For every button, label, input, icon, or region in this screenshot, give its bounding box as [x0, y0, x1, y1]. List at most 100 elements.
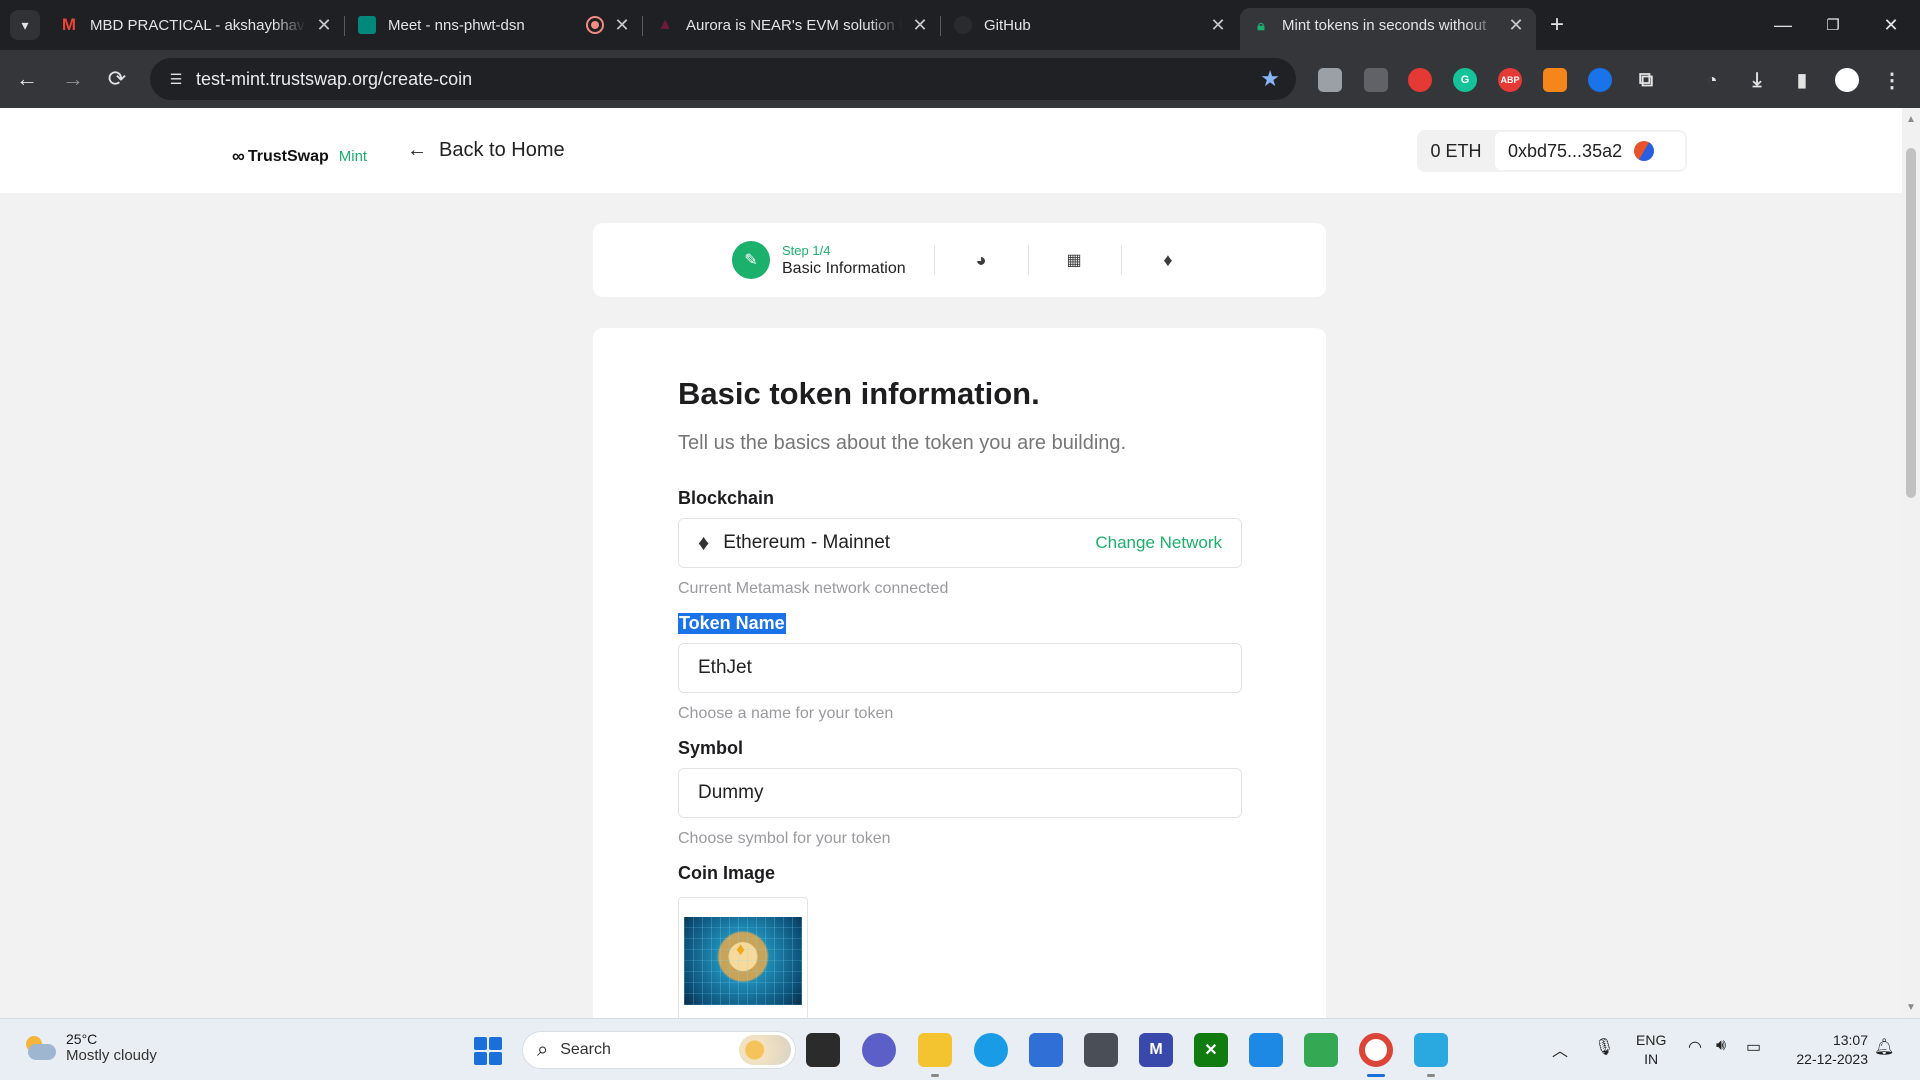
ethereum-icon[interactable]: ♦: [1155, 247, 1181, 273]
puzzle-icon[interactable]: ⧉: [1634, 68, 1658, 92]
restore-button[interactable]: ❐: [1810, 0, 1856, 50]
trustswap-logo[interactable]: ∞ TrustSwap Mint: [232, 146, 367, 167]
scroll-down-icon[interactable]: ▼: [1902, 998, 1920, 1016]
grid-icon[interactable]: ▦: [1061, 247, 1087, 273]
symbol-input[interactable]: Dummy: [678, 768, 1242, 818]
ethereum-coin-icon: ♦: [736, 939, 746, 959]
notepad-icon[interactable]: [1414, 1033, 1448, 1067]
reload-icon[interactable]: ⟳: [100, 62, 134, 96]
wallet-address: 0xbd75...35a2: [1508, 140, 1623, 161]
clock-date: 22-12-2023: [1796, 1051, 1868, 1067]
app-icon[interactable]: M: [1139, 1033, 1173, 1067]
wallet-address-button[interactable]: 0xbd75...35a2: [1495, 132, 1685, 170]
site-info-icon[interactable]: ☰: [160, 71, 192, 88]
tab-search-button[interactable]: ▾: [10, 10, 40, 40]
store-icon[interactable]: [1029, 1033, 1063, 1067]
performance-icon[interactable]: ◔: [1700, 68, 1724, 92]
pie-chart-icon[interactable]: ◕: [968, 247, 994, 273]
address-url[interactable]: test-mint.trustswap.org/create-coin: [196, 69, 1260, 90]
metamask-icon[interactable]: [1543, 68, 1567, 92]
tab-divider: [344, 16, 345, 36]
bookmark-star-icon[interactable]: ★: [1260, 66, 1280, 92]
side-panel-icon[interactable]: ▮: [1790, 68, 1814, 92]
step-divider: [1028, 245, 1029, 275]
tab-trustswap-mint[interactable]: 🔒︎ Mint tokens in seconds without ✕: [1240, 8, 1536, 50]
start-button[interactable]: [474, 1037, 502, 1065]
download-icon[interactable]: ⤓: [1745, 68, 1769, 92]
change-network-link[interactable]: Change Network: [1095, 533, 1222, 553]
token-name-value: EthJet: [698, 657, 752, 678]
extension-icon[interactable]: [1364, 68, 1388, 92]
back-arrow-icon[interactable]: ←: [10, 62, 44, 96]
file-explorer-icon[interactable]: [918, 1033, 952, 1067]
close-icon[interactable]: ✕: [314, 15, 334, 36]
notification-bell-icon[interactable]: 🔔︎: [1874, 1037, 1894, 1057]
token-name-hint: Choose a name for your token: [678, 705, 894, 722]
step-number: Step 1/4: [782, 242, 831, 258]
step-progress: ✎ Step 1/4 Basic Information ◕ ▦ ♦: [593, 223, 1326, 297]
weather-widget[interactable]: 25°C Mostly cloudy: [22, 1031, 157, 1064]
teams-chat-icon[interactable]: [862, 1033, 896, 1067]
tab-aurora[interactable]: ▲ Aurora is NEAR's EVM solution f ✕: [644, 8, 940, 42]
close-icon[interactable]: ✕: [910, 15, 930, 36]
scrollbar-thumb[interactable]: [1906, 148, 1916, 498]
minimize-button[interactable]: —: [1760, 0, 1806, 50]
wallet-widget[interactable]: 0 ETH 0xbd75...35a2: [1417, 130, 1687, 172]
taskbar-search[interactable]: ⌕ Search: [522, 1031, 796, 1069]
page-subtitle: Tell us the basics about the token you a…: [678, 432, 1127, 454]
forward-arrow-icon[interactable]: →: [56, 62, 90, 96]
system-clock[interactable]: 13:07 22-12-2023: [1786, 1031, 1868, 1069]
close-icon[interactable]: ✕: [612, 15, 632, 36]
page-scrollbar[interactable]: ▲ ▼: [1902, 108, 1920, 1018]
extension-icon[interactable]: [1318, 68, 1342, 92]
coin-image-preview: ♦: [684, 917, 802, 1005]
symbol-hint: Choose symbol for your token: [678, 830, 891, 847]
step-title: Basic Information: [782, 259, 906, 277]
address-bar[interactable]: ☰ test-mint.trustswap.org/create-coin ★: [150, 58, 1296, 100]
weather-description: Mostly cloudy: [66, 1047, 157, 1064]
tab-divider: [642, 16, 643, 36]
token-name-input[interactable]: EthJet: [678, 643, 1242, 693]
wifi-icon[interactable]: ◠: [1688, 1037, 1702, 1057]
new-tab-button[interactable]: +: [1542, 10, 1572, 40]
grammarly-icon[interactable]: G: [1453, 68, 1477, 92]
token-name-label: Token Name: [678, 613, 786, 634]
edge-icon[interactable]: [974, 1033, 1008, 1067]
coin-image-upload[interactable]: ♦: [678, 897, 808, 1018]
avatar[interactable]: [1835, 68, 1859, 92]
battery-icon[interactable]: ▭: [1746, 1037, 1761, 1057]
site-header: ∞ TrustSwap Mint ← Back to Home 0 ETH 0x…: [0, 108, 1902, 193]
tab-meet[interactable]: Meet - nns-phwt-dsn ✕: [346, 8, 642, 42]
back-to-home-link[interactable]: ← Back to Home: [407, 139, 565, 162]
language-indicator[interactable]: ENG IN: [1636, 1031, 1666, 1069]
app-icon[interactable]: [1249, 1033, 1283, 1067]
task-view-icon[interactable]: [806, 1033, 840, 1067]
more-menu-icon[interactable]: ⋮: [1880, 68, 1904, 92]
page-title: Basic token information.: [678, 376, 1040, 411]
ethereum-icon: ♦: [698, 530, 710, 555]
region-code: IN: [1644, 1051, 1659, 1067]
extension-icon[interactable]: [1588, 68, 1612, 92]
blockchain-hint: Current Metamask network connected: [678, 580, 949, 597]
app-icon[interactable]: [1084, 1033, 1118, 1067]
adblock-icon[interactable]: ABP: [1498, 68, 1522, 92]
running-indicator: [1367, 1074, 1385, 1077]
tab-title: Mint tokens in seconds without: [1282, 16, 1487, 34]
back-label: Back to Home: [439, 139, 565, 161]
extension-icon[interactable]: [1408, 68, 1432, 92]
volume-icon[interactable]: 🔊︎: [1716, 1037, 1726, 1055]
tab-gmail[interactable]: M MBD PRACTICAL - akshaybhavsar ✕: [48, 8, 344, 42]
close-window-button[interactable]: ✕: [1868, 0, 1914, 50]
meet-icon[interactable]: [1304, 1033, 1338, 1067]
symbol-label: Symbol: [678, 738, 744, 758]
microphone-icon[interactable]: 🎙︎: [1594, 1037, 1614, 1057]
search-icon: ⌕: [537, 1038, 549, 1061]
scroll-up-icon[interactable]: ▲: [1902, 110, 1920, 128]
close-icon[interactable]: ✕: [1208, 15, 1228, 36]
close-icon[interactable]: ✕: [1506, 15, 1526, 36]
chrome-icon[interactable]: [1359, 1033, 1393, 1067]
tab-github[interactable]: GitHub ✕: [942, 8, 1238, 42]
step-basic-information[interactable]: ✎ Step 1/4 Basic Information: [732, 241, 906, 279]
xbox-icon[interactable]: ✕: [1194, 1033, 1228, 1067]
chevron-up-icon[interactable]: ︿: [1552, 1037, 1568, 1061]
